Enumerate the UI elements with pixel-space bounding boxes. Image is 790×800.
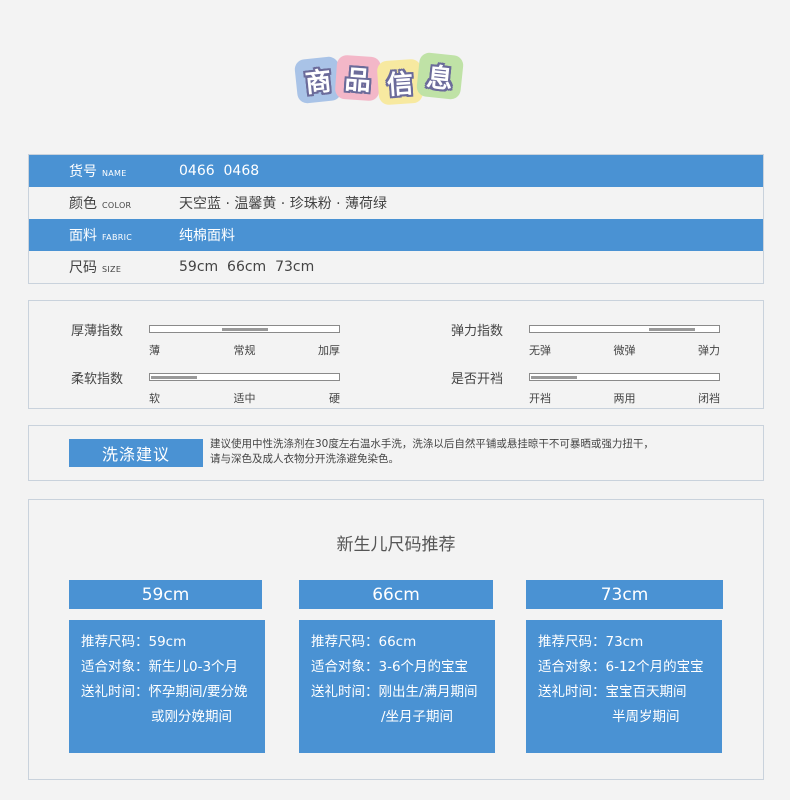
size-recommendation-panel: 新生儿尺码推荐 59cm 推荐尺码：59cm 适合对象：新生儿0-3个月 送礼时… <box>28 499 764 780</box>
index-name: 柔软指数 <box>71 372 124 387</box>
index-bar <box>529 325 720 333</box>
tick-label: 弹力 <box>698 344 720 357</box>
info-value: 天空蓝 · 温馨黄 · 珍珠粉 · 薄荷绿 <box>179 196 388 212</box>
size-line: 半周岁期间 <box>612 709 680 725</box>
size-line: 送礼时间：刚出生/满月期间 <box>311 684 478 700</box>
index-bar <box>149 373 340 381</box>
product-info-table: 货号 NAME 0466 0468 颜色 COLOR 天空蓝 · 温馨黄 · 珍珠粉… <box>28 154 764 284</box>
index-bar <box>149 325 340 333</box>
size-line: 推荐尺码：73cm <box>538 634 644 650</box>
size-line: 或刚分娩期间 <box>151 709 232 725</box>
tick-label: 两用 <box>613 392 636 405</box>
info-row-color: 颜色 COLOR 天空蓝 · 温馨黄 · 珍珠粉 · 薄荷绿 <box>29 187 763 219</box>
index-panel: 厚薄指数 薄 常规 加厚 弹力指数 无弹 微弹 弹力 柔软指数 软 适中 硬 是… <box>28 300 764 409</box>
index-fill <box>648 328 695 331</box>
wash-line-2: 请与深色及成人衣物分开洗涤避免染色。 <box>210 453 399 465</box>
info-value: 0466 0468 <box>179 163 260 179</box>
wash-title: 洗涤建议 <box>69 439 203 467</box>
size-line: 适合对象：6-12个月的宝宝 <box>538 659 704 675</box>
info-value: 59cm 66cm 73cm <box>179 259 315 275</box>
wash-line-1: 建议使用中性洗涤剂在30度左右温水手洗，洗涤以后自然平铺或悬挂晾干不可暴晒或强力… <box>210 438 654 450</box>
tick-label: 开裆 <box>529 392 551 405</box>
size-line: 适合对象：3-6个月的宝宝 <box>311 659 469 675</box>
size-line: 推荐尺码：66cm <box>311 634 417 650</box>
tick-label: 微弹 <box>613 344 636 357</box>
index-crotch: 是否开裆 开裆 两用 闭裆 <box>451 368 731 408</box>
title-badge-2: 品 <box>334 54 382 102</box>
index-elasticity: 弹力指数 无弹 微弹 弹力 <box>451 320 731 360</box>
info-label: 面料 <box>69 228 97 244</box>
index-thickness: 厚薄指数 薄 常规 加厚 <box>71 320 351 360</box>
info-label-en: SIZE <box>102 265 122 274</box>
wash-instructions: 建议使用中性洗涤剂在30度左右温水手洗，洗涤以后自然平铺或悬挂晾干不可暴晒或强力… <box>210 437 750 467</box>
info-row-fabric: 面料 FABRIC 纯棉面料 <box>29 219 763 251</box>
page-title: 商 品 信 息 <box>293 51 466 108</box>
tick-label: 无弹 <box>529 344 551 357</box>
info-label: 尺码 <box>69 260 97 276</box>
info-label: 颜色 <box>69 196 97 212</box>
index-name: 弹力指数 <box>451 324 504 339</box>
tick-label: 加厚 <box>318 344 340 357</box>
size-column-body: 推荐尺码：73cm 适合对象：6-12个月的宝宝 送礼时间：宝宝百天期间 半周岁… <box>526 620 722 753</box>
size-column-header: 59cm <box>69 580 262 609</box>
tick-label: 软 <box>149 392 160 405</box>
info-label-en: NAME <box>102 169 127 178</box>
index-fill <box>531 376 577 379</box>
info-value: 纯棉面料 <box>179 228 235 244</box>
wash-panel: 洗涤建议 建议使用中性洗涤剂在30度左右温水手洗，洗涤以后自然平铺或悬挂晾干不可… <box>28 425 764 481</box>
size-line: /坐月子期间 <box>381 709 454 725</box>
size-line: 适合对象：新生儿0-3个月 <box>81 659 239 675</box>
size-line: 送礼时间：宝宝百天期间 <box>538 684 687 700</box>
size-column-header: 66cm <box>299 580 493 609</box>
index-fill <box>151 376 197 379</box>
index-softness: 柔软指数 软 适中 硬 <box>71 368 351 408</box>
info-label: 货号 <box>69 164 97 180</box>
size-line: 送礼时间：怀孕期间/要分娩 <box>81 684 248 700</box>
tick-label: 硬 <box>329 392 340 405</box>
tick-label: 常规 <box>233 344 256 357</box>
title-badge-4: 息 <box>415 51 465 101</box>
info-row-size: 尺码 SIZE 59cm 66cm 73cm <box>29 251 763 283</box>
index-name: 是否开裆 <box>451 372 504 387</box>
info-label-en: COLOR <box>102 201 132 210</box>
tick-label: 适中 <box>233 392 256 405</box>
info-label-en: FABRIC <box>102 233 133 242</box>
tick-label: 薄 <box>149 344 160 357</box>
tick-label: 闭裆 <box>698 392 720 405</box>
index-fill <box>221 328 268 331</box>
index-name: 厚薄指数 <box>71 324 124 339</box>
size-column-header: 73cm <box>526 580 723 609</box>
index-bar <box>529 373 720 381</box>
size-section-title: 新生儿尺码推荐 <box>336 535 456 555</box>
size-column-body: 推荐尺码：66cm 适合对象：3-6个月的宝宝 送礼时间：刚出生/满月期间 /坐… <box>299 620 495 753</box>
size-column-body: 推荐尺码：59cm 适合对象：新生儿0-3个月 送礼时间：怀孕期间/要分娩 或刚… <box>69 620 265 753</box>
info-row-name: 货号 NAME 0466 0468 <box>29 155 763 187</box>
size-line: 推荐尺码：59cm <box>81 634 187 650</box>
